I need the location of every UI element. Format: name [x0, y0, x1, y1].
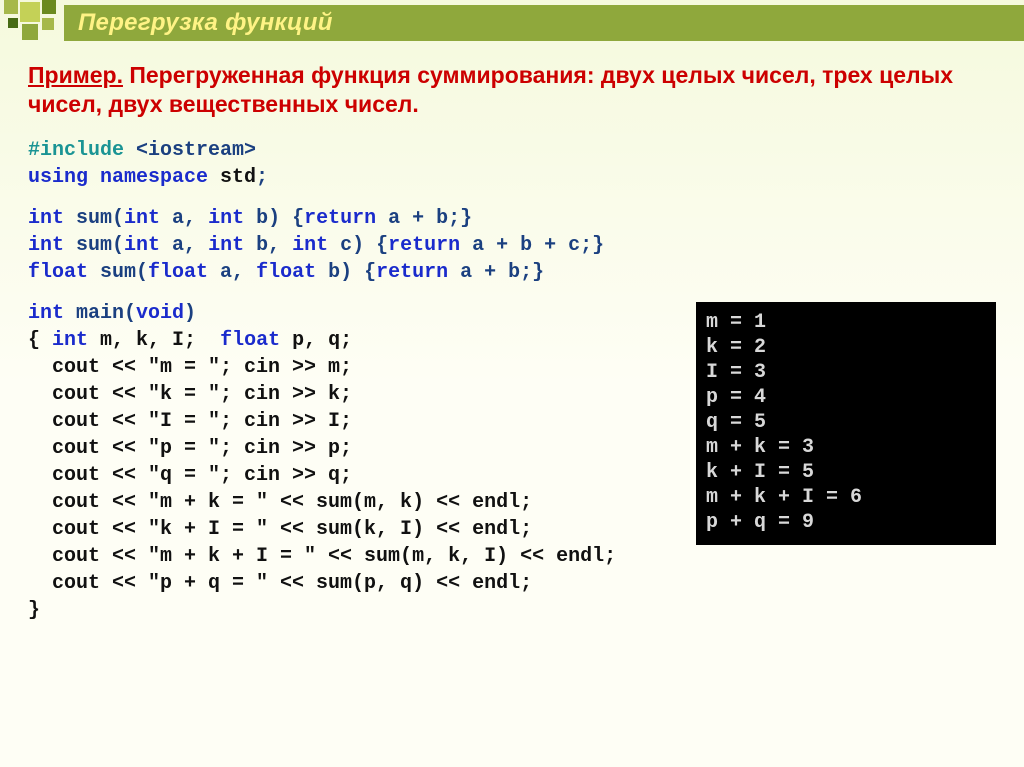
- slide: Перегрузка функций Пример. Перегруженная…: [0, 0, 1024, 767]
- code-line: cout << "k = "; cin >> k;: [28, 381, 684, 408]
- main-code: int main(void) { int m, k, I; float p, q…: [28, 300, 684, 624]
- code-line: cout << "k + I = " << sum(k, I) << endl;: [28, 516, 684, 543]
- example-description: Пример. Перегруженная функция суммирован…: [28, 61, 996, 119]
- code-line-sum2: int sum(int a, int b) {return a + b;}: [28, 205, 996, 232]
- code-line: cout << "m + k = " << sum(m, k) << endl;: [28, 489, 684, 516]
- code-line-close: }: [28, 597, 684, 624]
- code-line-sumf: float sum(float a, float b) {return a + …: [28, 259, 996, 286]
- code-line-using: using namespace std;: [28, 164, 996, 191]
- code-line-include: #include <iostream>: [28, 137, 996, 164]
- code-line-decl: { int m, k, I; float p, q;: [28, 327, 684, 354]
- code-line: cout << "p = "; cin >> p;: [28, 435, 684, 462]
- code-line-sum3: int sum(int a, int b, int c) {return a +…: [28, 232, 996, 259]
- console-output: m = 1 k = 2 I = 3 p = 4 q = 5 m + k = 3 …: [696, 302, 996, 545]
- example-label: Пример.: [28, 62, 123, 88]
- code-line: cout << "p + q = " << sum(p, q) << endl;: [28, 570, 684, 597]
- code-line: cout << "m + k + I = " << sum(m, k, I) <…: [28, 543, 684, 570]
- slide-title: Перегрузка функций: [64, 5, 1024, 41]
- code-line: cout << "m = "; cin >> m;: [28, 354, 684, 381]
- header: Перегрузка функций: [0, 0, 1024, 45]
- content: Пример. Перегруженная функция суммирован…: [0, 45, 1024, 624]
- code-line: cout << "q = "; cin >> q;: [28, 462, 684, 489]
- logo-squares: [4, 0, 64, 45]
- example-text: Перегруженная функция суммирования: двух…: [28, 62, 953, 117]
- code-line: cout << "I = "; cin >> I;: [28, 408, 684, 435]
- code-line-main: int main(void): [28, 300, 684, 327]
